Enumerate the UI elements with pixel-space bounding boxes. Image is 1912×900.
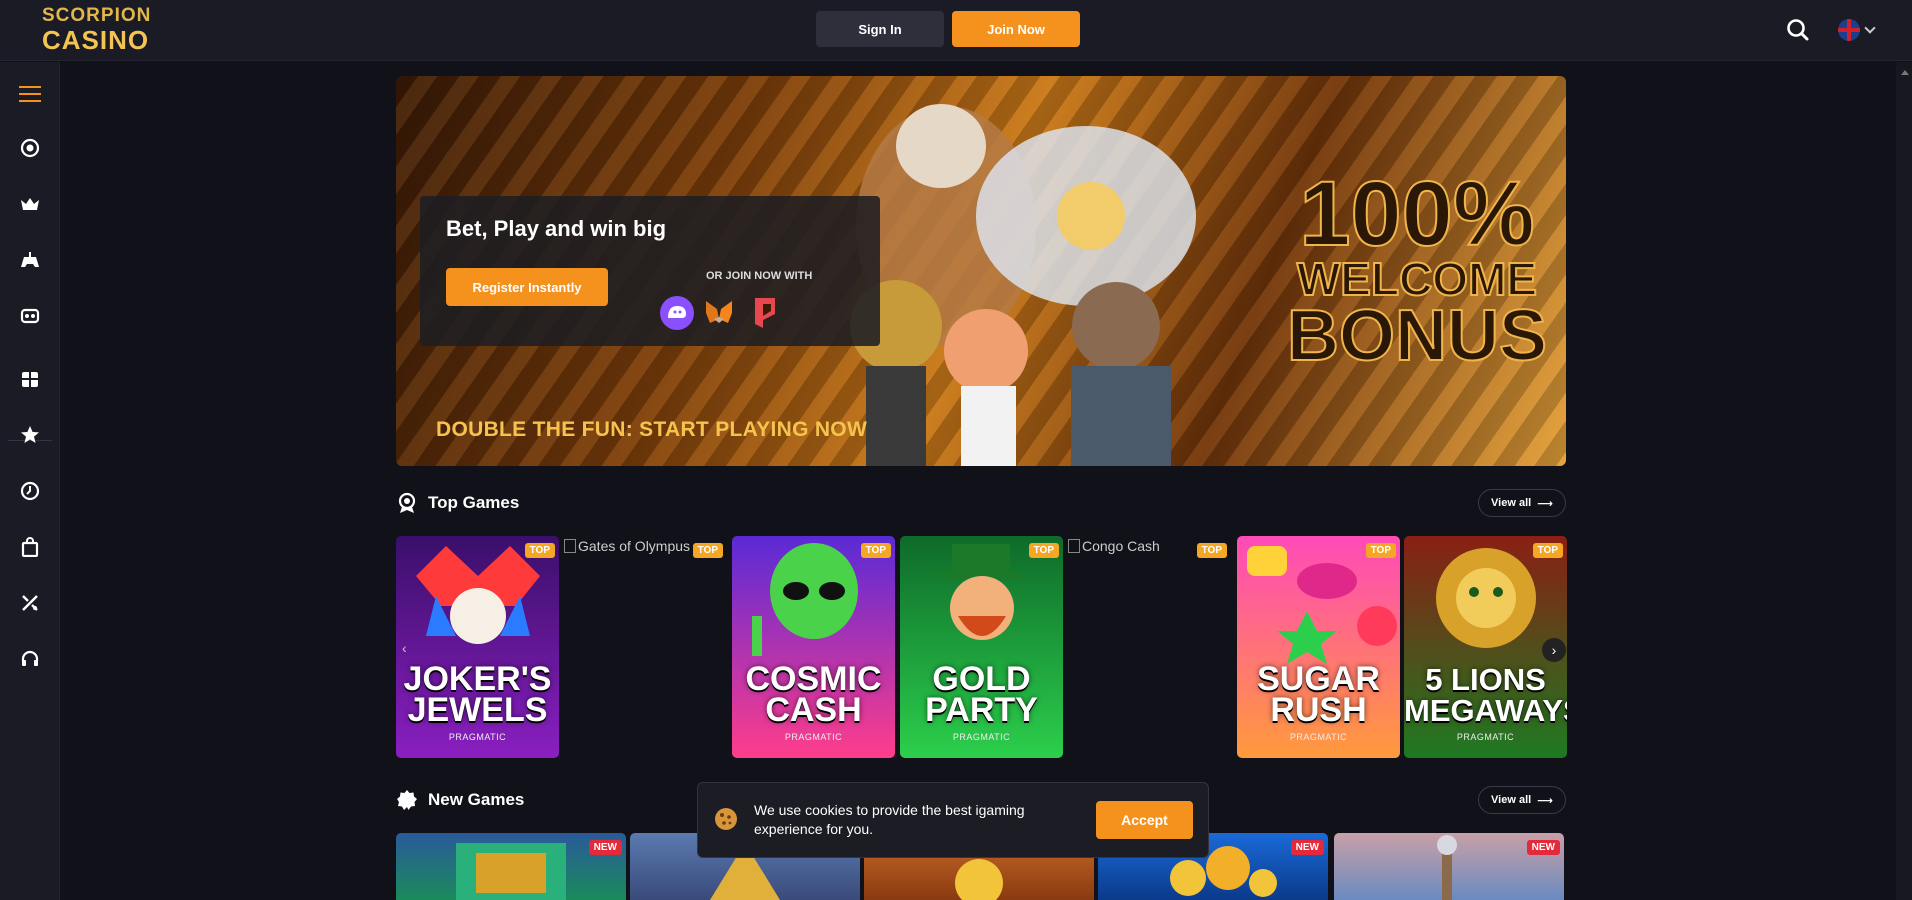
banner-tagline: DOUBLE THE FUN: START PLAYING NOW bbox=[436, 418, 868, 441]
new-game-card-5[interactable]: NEW bbox=[1334, 833, 1564, 900]
uk-flag-icon bbox=[1838, 19, 1860, 41]
top-badge: TOP bbox=[524, 543, 555, 558]
metamask-icon[interactable] bbox=[702, 296, 736, 330]
game-provider: PRAGMATIC bbox=[448, 732, 507, 742]
lobby-icon[interactable] bbox=[18, 136, 42, 160]
game-card-sugar-rush[interactable]: TOP SUGAR RUSH PRAGMATIC bbox=[1237, 536, 1400, 758]
support-headset-icon[interactable] bbox=[18, 647, 42, 671]
wallet-provider-icon[interactable] bbox=[748, 296, 782, 330]
top-badge: TOP bbox=[1365, 543, 1396, 558]
top-games-title: Top Games bbox=[428, 493, 520, 512]
view-all-label: View all bbox=[1491, 497, 1532, 509]
top-games-view-all-button[interactable]: View all ⟶ bbox=[1478, 489, 1566, 517]
search-icon[interactable] bbox=[1785, 17, 1811, 43]
game-card-congo-cash[interactable]: Congo Cash TOP bbox=[1068, 536, 1231, 758]
cookie-message: We use cookies to provide the best igami… bbox=[754, 802, 1025, 837]
logo-line2: CASINO bbox=[42, 25, 150, 55]
game-provider: PRAGMATIC bbox=[952, 732, 1011, 742]
new-games-heading: New Games bbox=[396, 789, 524, 811]
game-provider: PRAGMATIC bbox=[1289, 732, 1348, 742]
bonus-line1: 100% bbox=[1298, 163, 1535, 265]
new-badge-icon bbox=[397, 790, 417, 810]
game-card-jokers-jewels[interactable]: TOP JOKER'S JEWELS PRAGMATIC bbox=[396, 536, 559, 758]
clock-icon[interactable] bbox=[18, 479, 42, 503]
welcome-bonus-text: 100% WELCOME BONUS bbox=[1286, 163, 1548, 377]
trophy-icon bbox=[398, 492, 416, 513]
cookie-icon bbox=[715, 808, 737, 830]
top-bar: SCORPION CASINO Sign In Join Now bbox=[0, 0, 1912, 61]
game-title: COSMIC CASH bbox=[745, 660, 882, 729]
game-title: 5 LIONS MEGAWAYS bbox=[1404, 662, 1567, 728]
broken-image-placeholder: Gates of Olympus bbox=[564, 538, 690, 554]
banner-headline: Bet, Play and win big bbox=[446, 216, 667, 241]
top-games-heading: Top Games bbox=[396, 492, 519, 514]
top-badge: TOP bbox=[860, 543, 891, 558]
register-instantly-button[interactable]: Register Instantly bbox=[446, 268, 608, 306]
new-badge: NEW bbox=[588, 840, 622, 855]
shop-bag-icon[interactable] bbox=[18, 535, 42, 559]
new-game-card-1[interactable]: NEW bbox=[396, 833, 626, 900]
top-badge: TOP bbox=[692, 543, 723, 558]
crown-icon[interactable] bbox=[18, 192, 42, 216]
new-badge: NEW bbox=[1526, 840, 1560, 855]
arrow-right-icon: ⟶ bbox=[1537, 497, 1553, 510]
cookie-consent-banner: We use cookies to provide the best igami… bbox=[697, 782, 1209, 858]
scrollbar[interactable] bbox=[1896, 62, 1912, 900]
chevron-down-icon bbox=[1864, 22, 1876, 34]
new-games-view-all-button[interactable]: View all ⟶ bbox=[1478, 786, 1566, 814]
game-provider: PRAGMATIC bbox=[1456, 732, 1515, 742]
carousel-prev-icon[interactable]: ‹ bbox=[402, 640, 407, 656]
game-title: JOKER'S JEWELS bbox=[403, 660, 552, 729]
broken-image-icon bbox=[564, 539, 576, 553]
live-casino-icon[interactable] bbox=[18, 304, 42, 328]
gamepad-icon[interactable] bbox=[18, 248, 42, 272]
carousel-next-icon[interactable]: › bbox=[1542, 638, 1566, 662]
game-provider: PRAGMATIC bbox=[784, 732, 843, 742]
sidebar bbox=[0, 62, 60, 900]
language-selector[interactable] bbox=[1838, 18, 1886, 42]
new-games-title: New Games bbox=[428, 790, 525, 809]
logo-line1: SCORPION bbox=[42, 5, 152, 26]
promo-box: Bet, Play and win big Register Instantly… bbox=[420, 196, 880, 346]
bonus-line3: BONUS bbox=[1286, 296, 1548, 377]
accept-cookies-button[interactable]: Accept bbox=[1096, 801, 1193, 839]
phantom-wallet-icon[interactable] bbox=[660, 296, 694, 330]
or-join-label: OR JOIN NOW WITH bbox=[706, 270, 813, 282]
game-title: SUGAR RUSH bbox=[1257, 660, 1380, 729]
sign-in-button[interactable]: Sign In bbox=[816, 11, 944, 47]
game-card-gates-of-olympus[interactable]: Gates of Olympus TOP bbox=[564, 536, 727, 758]
logo[interactable]: SCORPION CASINO bbox=[40, 5, 180, 55]
scroll-up-icon[interactable] bbox=[1901, 70, 1909, 75]
star-icon[interactable] bbox=[18, 423, 42, 447]
broken-image-icon bbox=[1068, 539, 1080, 553]
promo-banner[interactable]: Bet, Play and win big Register Instantly… bbox=[396, 76, 1566, 466]
join-now-button[interactable]: Join Now bbox=[952, 11, 1080, 47]
banner-hero-artwork bbox=[836, 76, 1276, 466]
arrow-right-icon: ⟶ bbox=[1537, 794, 1553, 807]
image-alt-text: Gates of Olympus bbox=[578, 538, 691, 554]
top-badge: TOP bbox=[1532, 543, 1563, 558]
game-card-cosmic-cash[interactable]: TOP COSMIC CASH PRAGMATIC bbox=[732, 536, 895, 758]
new-badge: NEW bbox=[1290, 840, 1324, 855]
menu-icon[interactable] bbox=[18, 82, 42, 106]
image-alt-text: Congo Cash bbox=[1082, 538, 1160, 554]
broken-image-placeholder: Congo Cash bbox=[1068, 538, 1160, 554]
top-badge: TOP bbox=[1196, 543, 1227, 558]
gift-icon[interactable] bbox=[18, 367, 42, 391]
top-badge: TOP bbox=[1028, 543, 1059, 558]
game-title: GOLD PARTY bbox=[925, 660, 1038, 729]
view-all-label: View all bbox=[1491, 794, 1532, 806]
game-card-gold-party[interactable]: TOP GOLD PARTY PRAGMATIC bbox=[900, 536, 1063, 758]
sports-icon[interactable] bbox=[18, 591, 42, 615]
